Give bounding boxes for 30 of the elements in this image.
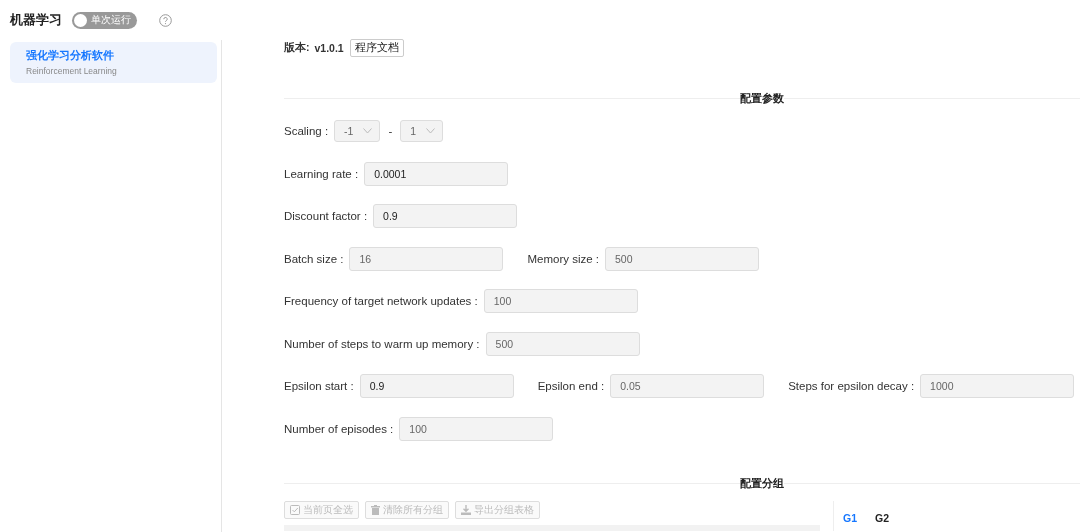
help-icon[interactable] (159, 13, 172, 27)
section-title: 配置分组 (740, 476, 784, 491)
group-tab[interactable]: G1 (843, 510, 857, 525)
field-label: Number of episodes : (284, 422, 394, 435)
sidebar-item[interactable]: 强化学习分析软件 Reinforcement Learning (10, 42, 217, 83)
field-label: Scaling : (284, 125, 329, 137)
app-title: 机器学习 (10, 11, 62, 29)
input-field[interactable]: 0.9 (373, 204, 518, 228)
chevron-down-icon (363, 128, 373, 134)
field-label: Epsilon start : (284, 380, 354, 392)
trash-icon (371, 504, 380, 515)
range-separator: - (388, 125, 393, 137)
field-label: Number of steps to warm up memory : (284, 337, 480, 350)
download-icon (461, 504, 471, 515)
group-tab[interactable]: G2 (875, 510, 890, 525)
field-label: Discount factor : (284, 210, 368, 222)
documentation-button[interactable]: 程序文档 (349, 39, 404, 57)
field-label: Steps for epsilon decay : (788, 380, 915, 392)
version-label: 版本: (284, 41, 310, 55)
field-label: Batch size : (284, 252, 344, 265)
checkbox-icon (290, 504, 300, 515)
input-field[interactable]: 0.9 (359, 374, 514, 398)
field-label: Epsilon end : (537, 380, 605, 392)
chevron-down-icon (426, 128, 436, 134)
version-number: v1.0.1 (314, 42, 344, 54)
field-label: Frequency of target network updates : (284, 295, 478, 307)
field-label: Memory size : (527, 252, 600, 265)
section-title: 配置参数 (740, 90, 784, 106)
field-label: Learning rate : (284, 167, 359, 180)
input-field[interactable]: 0.0001 (364, 161, 509, 186)
